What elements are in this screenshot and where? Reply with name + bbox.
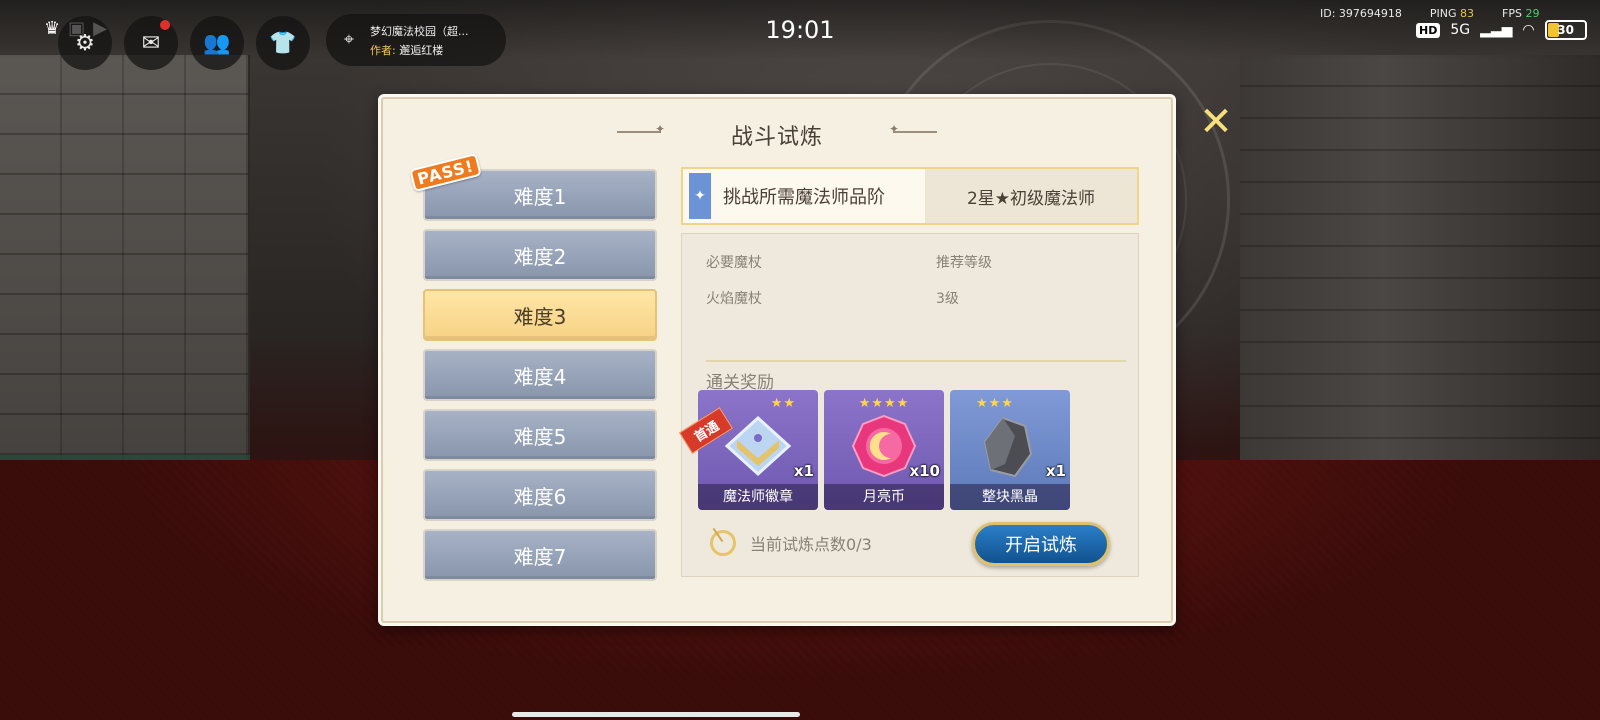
reward-item-badge[interactable]: ★★ 首通 x1 魔法师徽章 bbox=[679, 390, 818, 510]
user-id: ID: 397694918 bbox=[1320, 7, 1402, 20]
difficulty-button-7[interactable]: 难度7 bbox=[423, 529, 657, 581]
panel-title: 战斗试炼 bbox=[730, 125, 823, 150]
trial-info-box: 必要魔杖 推荐等级 火焰魔杖 3级 通关奖励 ★★ 首通 x1 魔法师徽章 ★★… bbox=[679, 233, 1139, 577]
fps-label: FPS bbox=[1502, 7, 1522, 20]
difficulty-label: 难度5 bbox=[513, 424, 567, 449]
reward-stars: ★★★★ bbox=[858, 396, 910, 411]
trial-points: 当前试炼点数0/3 bbox=[710, 530, 872, 556]
reward-name: 月亮币 bbox=[824, 484, 944, 510]
author-label: 作者: bbox=[370, 43, 396, 57]
required-wand-value: 火焰魔杖 bbox=[706, 291, 762, 307]
difficulty-label: 难度7 bbox=[513, 544, 567, 569]
divider bbox=[706, 360, 1126, 362]
battle-trial-panel: 战斗试炼 PASS! 难度1 难度2 难度3 难度4 难度5 难度6 难度7 ✦… bbox=[378, 94, 1176, 626]
background-stone-wall bbox=[0, 55, 250, 475]
requirement-value: 2星★初级魔法师 bbox=[925, 169, 1137, 223]
black-crystal-icon bbox=[975, 414, 1045, 478]
difficulty-label: 难度3 bbox=[513, 304, 567, 329]
wizard-badge-icon bbox=[723, 414, 793, 478]
reward-name: 魔法师徽章 bbox=[698, 484, 818, 510]
reward-count: x1 bbox=[793, 462, 814, 480]
fps-readout: FPS 29 bbox=[1502, 7, 1539, 20]
recommended-level-value: 3级 bbox=[936, 291, 959, 307]
home-indicator[interactable] bbox=[512, 712, 800, 717]
wifi-icon: ◠ bbox=[1522, 22, 1535, 38]
reward-name: 整块黑晶 bbox=[950, 484, 1070, 510]
difficulty-button-3[interactable]: 难度3 bbox=[423, 289, 657, 341]
sparkle-icon: ✦ bbox=[689, 173, 711, 219]
requirement-label: 挑战所需魔法师品阶 bbox=[723, 187, 885, 208]
author-name: 邂逅红楼 bbox=[399, 43, 444, 57]
trial-points-text: 当前试炼点数0/3 bbox=[750, 535, 872, 554]
battery-icon: 30 bbox=[1544, 20, 1587, 40]
difficulty-button-5[interactable]: 难度5 bbox=[423, 409, 657, 461]
hd-badge: HD bbox=[1416, 22, 1441, 38]
ping-label: PING bbox=[1429, 7, 1457, 20]
reward-stars: ★★★ bbox=[976, 396, 1014, 411]
close-icon[interactable]: ✕ bbox=[1196, 102, 1236, 142]
pass-badge: PASS! bbox=[409, 152, 483, 193]
clock: 19:01 bbox=[765, 16, 835, 44]
network-label: 5G bbox=[1450, 22, 1471, 38]
battery-level: 30 bbox=[1557, 23, 1574, 37]
title-ornament-right bbox=[889, 122, 937, 136]
reward-count: x1 bbox=[1045, 462, 1066, 480]
reward-count: x10 bbox=[909, 462, 940, 480]
difficulty-button-2[interactable]: 难度2 bbox=[423, 229, 657, 281]
ping-value: 83 bbox=[1460, 7, 1475, 20]
background-pillar bbox=[1240, 55, 1600, 495]
reward-item-moon-coin[interactable]: ★★★★ x10 月亮币 bbox=[824, 390, 944, 510]
difficulty-label: 难度1 bbox=[513, 184, 567, 209]
difficulty-button-6[interactable]: 难度6 bbox=[423, 469, 657, 521]
system-info: ID: 397694918 PING 83 FPS 29 bbox=[1320, 7, 1540, 20]
start-trial-button[interactable]: 开启试炼 bbox=[972, 522, 1110, 566]
fps-value: 29 bbox=[1525, 7, 1540, 20]
difficulty-label: 难度4 bbox=[513, 364, 567, 389]
difficulty-list: PASS! 难度1 难度2 难度3 难度4 难度5 难度6 难度7 bbox=[409, 152, 657, 581]
required-wand-label: 必要魔杖 bbox=[706, 255, 762, 271]
rewards-list: ★★ 首通 x1 魔法师徽章 ★★★★ x10 月亮币 ★★★ x1 整块黑晶 bbox=[679, 390, 1070, 510]
recommended-level-label: 推荐等级 bbox=[936, 255, 992, 271]
difficulty-label: 难度2 bbox=[513, 244, 567, 269]
system-icons: HD 5G ▂▃▅ ◠ 30 bbox=[1416, 20, 1587, 40]
top-status-bar: ♛ ▣ ▶ ⚙ ✉ 👥 👕 ⌖ 梦幻魔法校园（超... 作者: 邂逅红楼 19:… bbox=[0, 0, 1600, 70]
signal-icon: ▂▃▅ bbox=[1480, 22, 1513, 38]
reward-item-black-crystal[interactable]: ★★★ x1 整块黑晶 bbox=[950, 390, 1070, 510]
rank-requirement-row: ✦ 挑战所需魔法师品阶 2星★初级魔法师 bbox=[681, 167, 1139, 225]
difficulty-button-1[interactable]: PASS! 难度1 bbox=[409, 152, 657, 221]
trial-point-icon bbox=[710, 530, 736, 556]
difficulty-button-4[interactable]: 难度4 bbox=[423, 349, 657, 401]
difficulty-label: 难度6 bbox=[513, 484, 567, 509]
ping-readout: PING 83 bbox=[1430, 7, 1474, 20]
